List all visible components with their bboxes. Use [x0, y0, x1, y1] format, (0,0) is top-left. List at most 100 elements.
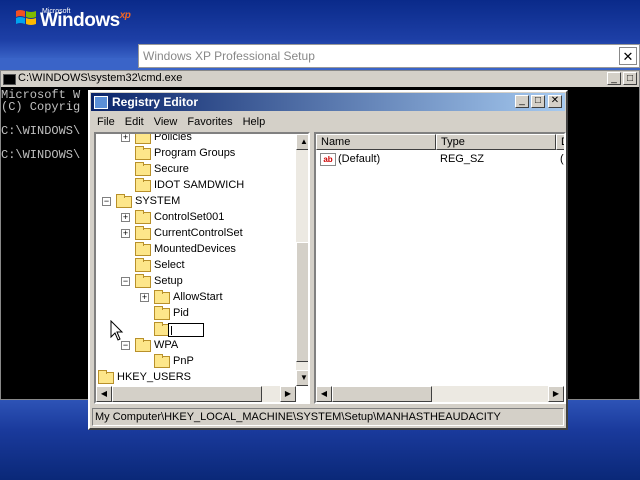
- value-data: (: [560, 153, 564, 165]
- tree-node[interactable]: − Setup: [96, 274, 296, 290]
- tree-node[interactable]: HKEY_USERS: [96, 370, 296, 386]
- tree-node-label: Pid: [173, 307, 189, 319]
- cmd-icon: [3, 74, 16, 85]
- menu-favorites[interactable]: Favorites: [182, 114, 237, 130]
- tree-node[interactable]: Program Groups: [96, 146, 296, 162]
- scroll-down-icon[interactable]: ▼: [296, 370, 308, 386]
- console-line: (C) Copyrig: [1, 100, 81, 114]
- scroll-left-icon[interactable]: ◀: [316, 386, 332, 402]
- folder-icon: [135, 274, 151, 288]
- collapse-icon[interactable]: −: [102, 197, 111, 206]
- tree-node-label: IDOT SAMDWICH: [154, 179, 245, 191]
- registry-editor-icon: [94, 96, 108, 109]
- folder-icon: [135, 226, 151, 240]
- string-value-icon: ab: [320, 153, 336, 166]
- tree-node-label: Select: [154, 259, 185, 271]
- tree-node-label: WPA: [154, 339, 179, 351]
- rename-key-input[interactable]: [168, 323, 204, 337]
- expand-icon[interactable]: +: [121, 213, 130, 222]
- scroll-right-icon[interactable]: ▶: [280, 386, 296, 402]
- windows-flag-icon: [16, 10, 36, 25]
- value-type: REG_SZ: [440, 153, 485, 165]
- tree-node[interactable]: IDOT SAMDWICH: [96, 178, 296, 194]
- folder-icon: [135, 162, 151, 176]
- collapse-icon[interactable]: −: [121, 341, 130, 350]
- tree-node-label: SYSTEM: [135, 195, 181, 207]
- tree-node[interactable]: [96, 322, 296, 338]
- collapse-icon[interactable]: −: [121, 277, 130, 286]
- registry-editor-window[interactable]: Registry Editor _ □ ✕ File Edit View Favori…: [88, 90, 568, 430]
- scroll-up-icon[interactable]: ▲: [296, 134, 308, 150]
- column-header-data[interactable]: D: [556, 134, 564, 150]
- tree-node[interactable]: Select: [96, 258, 296, 274]
- values-hscroll-thumb[interactable]: [332, 386, 432, 402]
- registry-tree-pane[interactable]: + Policies Program Groups Secure IDOT SAMDWI…: [94, 132, 310, 404]
- setup-window-title: Windows XP Professional Setup: [143, 49, 315, 63]
- tree-scroll-thumb[interactable]: [296, 242, 308, 362]
- expand-icon[interactable]: +: [140, 293, 149, 302]
- tree-node[interactable]: Secure: [96, 162, 296, 178]
- folder-icon: [98, 370, 114, 384]
- registry-window-title: Registry Editor: [112, 95, 199, 109]
- column-header-type[interactable]: Type: [436, 134, 556, 150]
- tree-node[interactable]: + ControlSet001: [96, 210, 296, 226]
- setup-close-button[interactable]: ✕: [619, 47, 637, 65]
- tree-horizontal-scrollbar[interactable]: ◀ ▶: [96, 386, 296, 402]
- tree-node[interactable]: + AllowStart: [96, 290, 296, 306]
- registry-minimize-button[interactable]: _: [515, 95, 529, 108]
- column-header-name[interactable]: Name: [316, 134, 436, 150]
- cmd-console-output[interactable]: Microsoft W (C) Copyrig C:\WINDOWS\ C:\WI…: [1, 89, 80, 161]
- setup-window[interactable]: Windows XP Professional Setup ✕: [138, 44, 640, 68]
- logo-xp-text: xp: [119, 10, 131, 21]
- expand-icon[interactable]: +: [121, 134, 130, 142]
- menu-file[interactable]: File: [92, 114, 120, 130]
- tree-node-label: Setup: [154, 275, 183, 287]
- logo-windows-text: Windowsxp: [40, 10, 131, 32]
- registry-values-pane[interactable]: Name Type D ab (Default) REG_SZ ( ◀ ▶: [314, 132, 566, 404]
- menu-edit[interactable]: Edit: [120, 114, 149, 130]
- value-name: (Default): [338, 153, 381, 165]
- tree-node-label: CurrentControlSet: [154, 227, 243, 239]
- tree-node-label: HKEY_USERS: [117, 371, 191, 383]
- folder-icon: [135, 134, 151, 144]
- expand-icon[interactable]: +: [121, 229, 130, 238]
- menu-bar: File Edit View Favorites Help: [92, 112, 564, 130]
- scroll-left-icon[interactable]: ◀: [96, 386, 112, 402]
- tree-node[interactable]: − SYSTEM: [96, 194, 296, 210]
- folder-icon: [135, 210, 151, 224]
- tree-node[interactable]: Pid: [96, 306, 296, 322]
- scroll-right-icon[interactable]: ▶: [548, 386, 564, 402]
- tree-node[interactable]: + Policies: [96, 132, 296, 146]
- status-bar: My Computer\HKEY_LOCAL_MACHINE\SYSTEM\Se…: [92, 408, 564, 426]
- values-horizontal-scrollbar[interactable]: ◀ ▶: [316, 386, 564, 402]
- value-row[interactable]: ab (Default) REG_SZ (: [318, 152, 564, 168]
- folder-icon: [135, 258, 151, 272]
- registry-titlebar[interactable]: Registry Editor _ □ ✕: [91, 93, 565, 111]
- menu-view[interactable]: View: [149, 114, 183, 130]
- tree-node[interactable]: MountedDevices: [96, 242, 296, 258]
- tree-node-label: Policies: [154, 132, 192, 143]
- tree-node-label: Secure: [154, 163, 189, 175]
- tree-hscroll-thumb[interactable]: [112, 386, 262, 402]
- folder-icon: [135, 178, 151, 192]
- cmd-minimize-button[interactable]: _: [607, 72, 621, 85]
- menu-help[interactable]: Help: [238, 114, 271, 130]
- registry-maximize-button[interactable]: □: [531, 95, 545, 108]
- tree-node[interactable]: PnP: [96, 354, 296, 370]
- cmd-maximize-button[interactable]: □: [623, 72, 637, 85]
- folder-icon: [154, 354, 170, 368]
- cmd-titlebar[interactable]: C:\WINDOWS\system32\cmd.exe _ □: [1, 71, 639, 87]
- tree-node[interactable]: + CurrentControlSet: [96, 226, 296, 242]
- registry-close-button[interactable]: ✕: [548, 95, 562, 108]
- tree-vertical-scrollbar[interactable]: ▲ ▼: [296, 134, 308, 386]
- folder-icon: [154, 290, 170, 304]
- cmd-window-title: C:\WINDOWS\system32\cmd.exe: [18, 72, 183, 84]
- console-line: C:\WINDOWS\: [1, 124, 81, 138]
- folder-icon: [135, 242, 151, 256]
- folder-icon: [154, 306, 170, 320]
- tree-node-label: Program Groups: [154, 147, 236, 159]
- text-caret: [171, 326, 172, 335]
- tree-node-label: ControlSet001: [154, 211, 225, 223]
- tree-node[interactable]: − WPA: [96, 338, 296, 354]
- folder-icon: [135, 146, 151, 160]
